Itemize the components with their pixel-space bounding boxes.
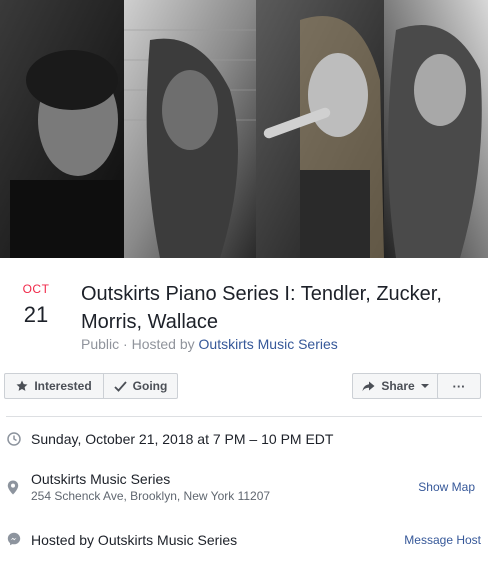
host-link[interactable]: Outskirts Music Series xyxy=(199,336,338,352)
chevron-down-icon xyxy=(420,384,429,388)
share-button[interactable]: Share xyxy=(352,373,440,399)
going-button[interactable]: Going xyxy=(103,373,178,399)
message-host-link[interactable]: Message Host xyxy=(404,533,481,547)
event-date: OCT 21 xyxy=(12,282,60,328)
meta-separator: · xyxy=(119,336,132,352)
share-label: Share xyxy=(381,379,415,393)
hosted-by-prefix: Hosted by xyxy=(131,336,199,352)
event-day: 21 xyxy=(23,302,49,327)
interested-button[interactable]: Interested xyxy=(4,373,104,399)
venue-name[interactable]: Outskirts Music Series xyxy=(31,471,170,487)
messenger-icon xyxy=(7,532,21,546)
divider xyxy=(6,416,482,417)
hosted-by-text: Hosted by Outskirts Music Series xyxy=(31,532,238,548)
show-map-link[interactable]: Show Map xyxy=(418,480,475,494)
more-options-button[interactable]: ··· xyxy=(437,373,481,399)
privacy-label: Public xyxy=(81,336,120,352)
clock-icon xyxy=(7,432,21,446)
share-arrow-icon xyxy=(362,381,375,391)
event-datetime[interactable]: Sunday, October 21, 2018 at 7 PM – 10 PM… xyxy=(31,431,333,447)
interested-label: Interested xyxy=(34,379,92,393)
event-meta: Public · Hosted by Outskirts Music Serie… xyxy=(81,336,338,352)
event-cover-photo[interactable] xyxy=(0,0,488,258)
more-options-icon: ··· xyxy=(452,378,466,394)
event-month: OCT xyxy=(22,282,50,296)
star-icon xyxy=(16,380,28,391)
location-pin-icon xyxy=(7,480,19,495)
checkmark-icon xyxy=(114,380,127,392)
venue-address: 254 Schenck Ave, Brooklyn, New York 1120… xyxy=(31,489,271,503)
going-label: Going xyxy=(132,379,168,393)
event-title: Outskirts Piano Series I: Tendler, Zucke… xyxy=(81,283,442,333)
